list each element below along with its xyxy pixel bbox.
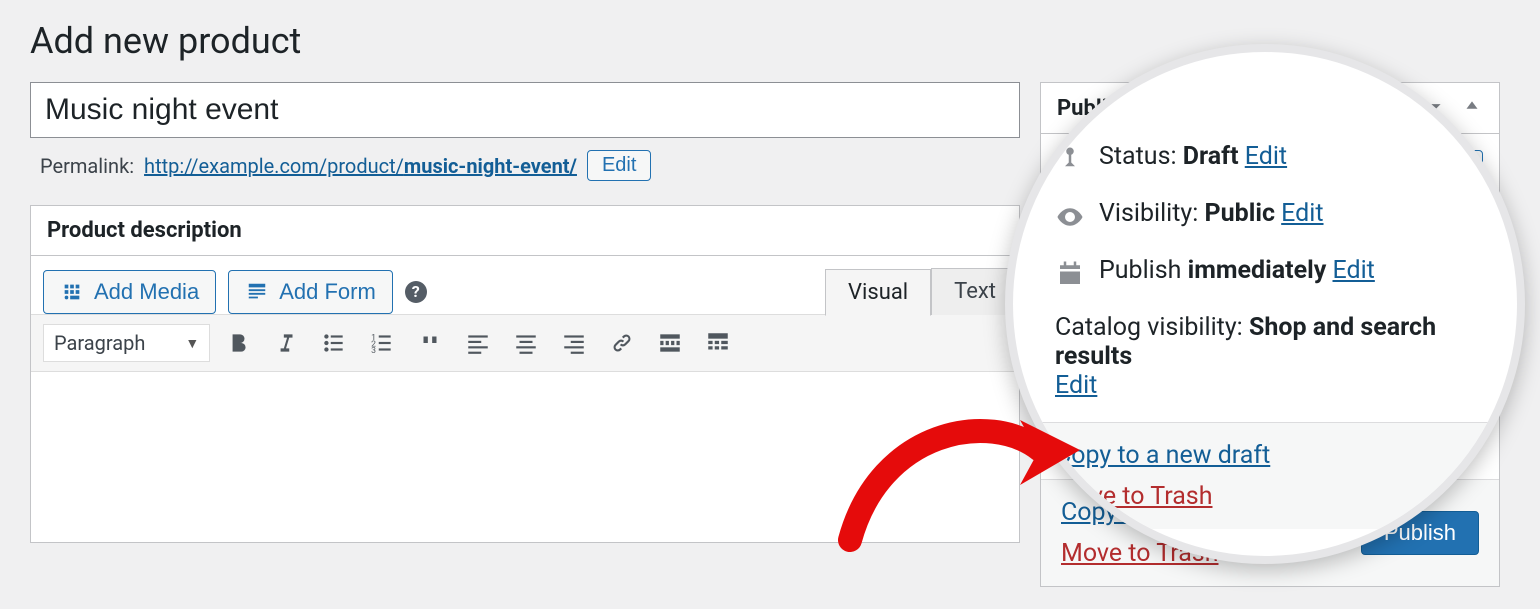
blockquote-button[interactable] xyxy=(410,323,450,363)
toolbar-toggle-button[interactable] xyxy=(698,323,738,363)
bold-button[interactable] xyxy=(218,323,258,363)
product-description-box: Product description Add Media Add Form ?… xyxy=(30,205,1020,543)
add-form-button[interactable]: Add Form xyxy=(228,270,393,314)
add-form-label: Add Form xyxy=(279,279,376,305)
permalink-edit-button[interactable]: Edit xyxy=(587,150,651,181)
italic-button[interactable] xyxy=(266,323,306,363)
product-title-input[interactable] xyxy=(30,82,1020,138)
permalink-label: Permalink: xyxy=(40,154,134,178)
editor-toolbar: Paragraph ▼ 123 xyxy=(31,314,1019,372)
permalink-base: http://example.com/product/ xyxy=(144,154,404,178)
svg-text:3: 3 xyxy=(371,346,376,356)
product-description-heading: Product description xyxy=(47,218,242,243)
bullet-list-button[interactable] xyxy=(314,323,354,363)
read-more-button[interactable] xyxy=(650,323,690,363)
pin-icon xyxy=(1055,145,1085,175)
align-center-button[interactable] xyxy=(506,323,546,363)
tab-visual[interactable]: Visual xyxy=(825,269,931,316)
chevron-down-icon: ▼ xyxy=(185,335,199,352)
format-select-label: Paragraph xyxy=(54,331,145,355)
status-edit-link-zoom[interactable]: Edit xyxy=(1245,142,1287,171)
visibility-edit-link-zoom[interactable]: Edit xyxy=(1281,199,1323,228)
media-icon xyxy=(60,281,84,303)
link-button[interactable] xyxy=(602,323,642,363)
add-media-label: Add Media xyxy=(94,279,199,305)
schedule-edit-link-zoom[interactable]: Edit xyxy=(1333,256,1375,285)
calendar-icon xyxy=(1055,259,1085,289)
format-select[interactable]: Paragraph ▼ xyxy=(43,324,210,362)
add-media-button[interactable]: Add Media xyxy=(43,270,216,314)
permalink-link[interactable]: http://example.com/product/music-night-e… xyxy=(144,154,577,178)
eye-icon xyxy=(1055,202,1085,232)
catalog-edit-link-zoom[interactable]: Edit xyxy=(1055,371,1097,400)
align-left-button[interactable] xyxy=(458,323,498,363)
numbered-list-button[interactable]: 123 xyxy=(362,323,402,363)
align-right-button[interactable] xyxy=(554,323,594,363)
copy-draft-link-zoom[interactable]: Copy to a new draft xyxy=(1055,441,1475,470)
collapse-toggle-icon[interactable] xyxy=(1461,95,1483,121)
editor-content-area[interactable] xyxy=(31,372,1019,542)
form-icon xyxy=(245,281,269,303)
move-to-trash-link-zoom[interactable]: Move to Trash xyxy=(1055,482,1475,511)
permalink-slug: music-night-event/ xyxy=(404,154,577,178)
magnifier-overlay: Status: Draft Edit Visibility: Public Ed… xyxy=(1005,44,1525,564)
help-icon[interactable]: ? xyxy=(405,281,427,303)
